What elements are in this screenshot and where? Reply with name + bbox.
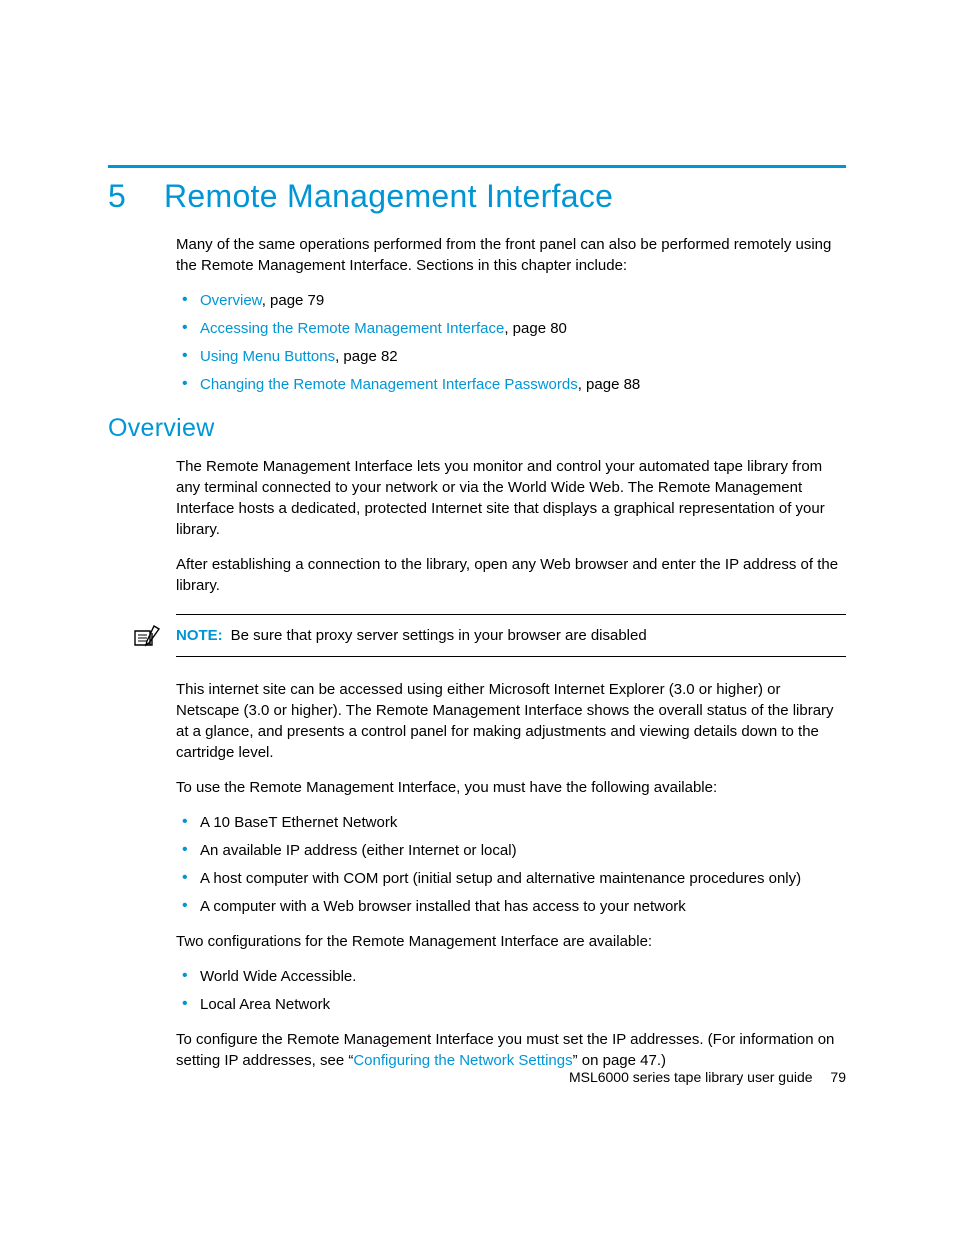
overview-p4: To use the Remote Management Interface, … [176, 777, 846, 798]
overview-p2: After establishing a connection to the l… [176, 554, 846, 596]
toc-link[interactable]: Changing the Remote Management Interface… [200, 376, 578, 393]
p6-post: ” on page 47.) [573, 1052, 666, 1069]
chapter-heading: 5 Remote Management Interface [108, 178, 846, 215]
chapter-title: Remote Management Interface [164, 178, 613, 215]
toc-item: Accessing the Remote Management Interfac… [200, 318, 846, 339]
config-network-link[interactable]: Configuring the Network Settings [353, 1052, 572, 1069]
list-item: A computer with a Web browser installed … [200, 896, 846, 917]
requirements-list: A 10 BaseT Ethernet Network An available… [176, 812, 846, 917]
intro-paragraph: Many of the same operations performed fr… [176, 234, 846, 276]
list-item: An available IP address (either Internet… [200, 840, 846, 861]
note-label: NOTE: [176, 627, 223, 644]
note-icon [132, 623, 162, 649]
chapter-rule [108, 165, 846, 168]
list-item: Local Area Network [200, 994, 846, 1015]
overview-p6: To configure the Remote Management Inter… [176, 1029, 846, 1071]
toc-item: Overview, page 79 [200, 290, 846, 311]
toc-list: Overview, page 79 Accessing the Remote M… [176, 290, 846, 395]
page-footer: MSL6000 series tape library user guide 7… [569, 1069, 846, 1085]
configs-list: World Wide Accessible. Local Area Networ… [176, 966, 846, 1015]
list-item: A 10 BaseT Ethernet Network [200, 812, 846, 833]
list-item: A host computer with COM port (initial s… [200, 868, 846, 889]
overview-p1: The Remote Management Interface lets you… [176, 456, 846, 540]
toc-item: Changing the Remote Management Interface… [200, 374, 846, 395]
toc-item: Using Menu Buttons, page 82 [200, 346, 846, 367]
chapter-number: 5 [108, 178, 164, 215]
overview-p3: This internet site can be accessed using… [176, 679, 846, 763]
toc-suffix: , page 80 [504, 320, 567, 337]
section-heading-overview: Overview [108, 411, 846, 446]
toc-suffix: , page 79 [262, 292, 325, 309]
note-block: NOTE: Be sure that proxy server settings … [176, 614, 846, 657]
footer-title: MSL6000 series tape library user guide [569, 1069, 813, 1085]
toc-link[interactable]: Accessing the Remote Management Interfac… [200, 320, 504, 337]
note-body: Be sure that proxy server settings in yo… [231, 627, 647, 644]
footer-page-number: 79 [830, 1069, 846, 1085]
toc-link[interactable]: Using Menu Buttons [200, 348, 335, 365]
body-column: Many of the same operations performed fr… [176, 234, 846, 1085]
toc-link[interactable]: Overview [200, 292, 262, 309]
page: 5 Remote Management Interface Many of th… [0, 0, 954, 1235]
toc-suffix: , page 82 [335, 348, 398, 365]
overview-p5: Two configurations for the Remote Manage… [176, 931, 846, 952]
toc-suffix: , page 88 [578, 376, 641, 393]
list-item: World Wide Accessible. [200, 966, 846, 987]
